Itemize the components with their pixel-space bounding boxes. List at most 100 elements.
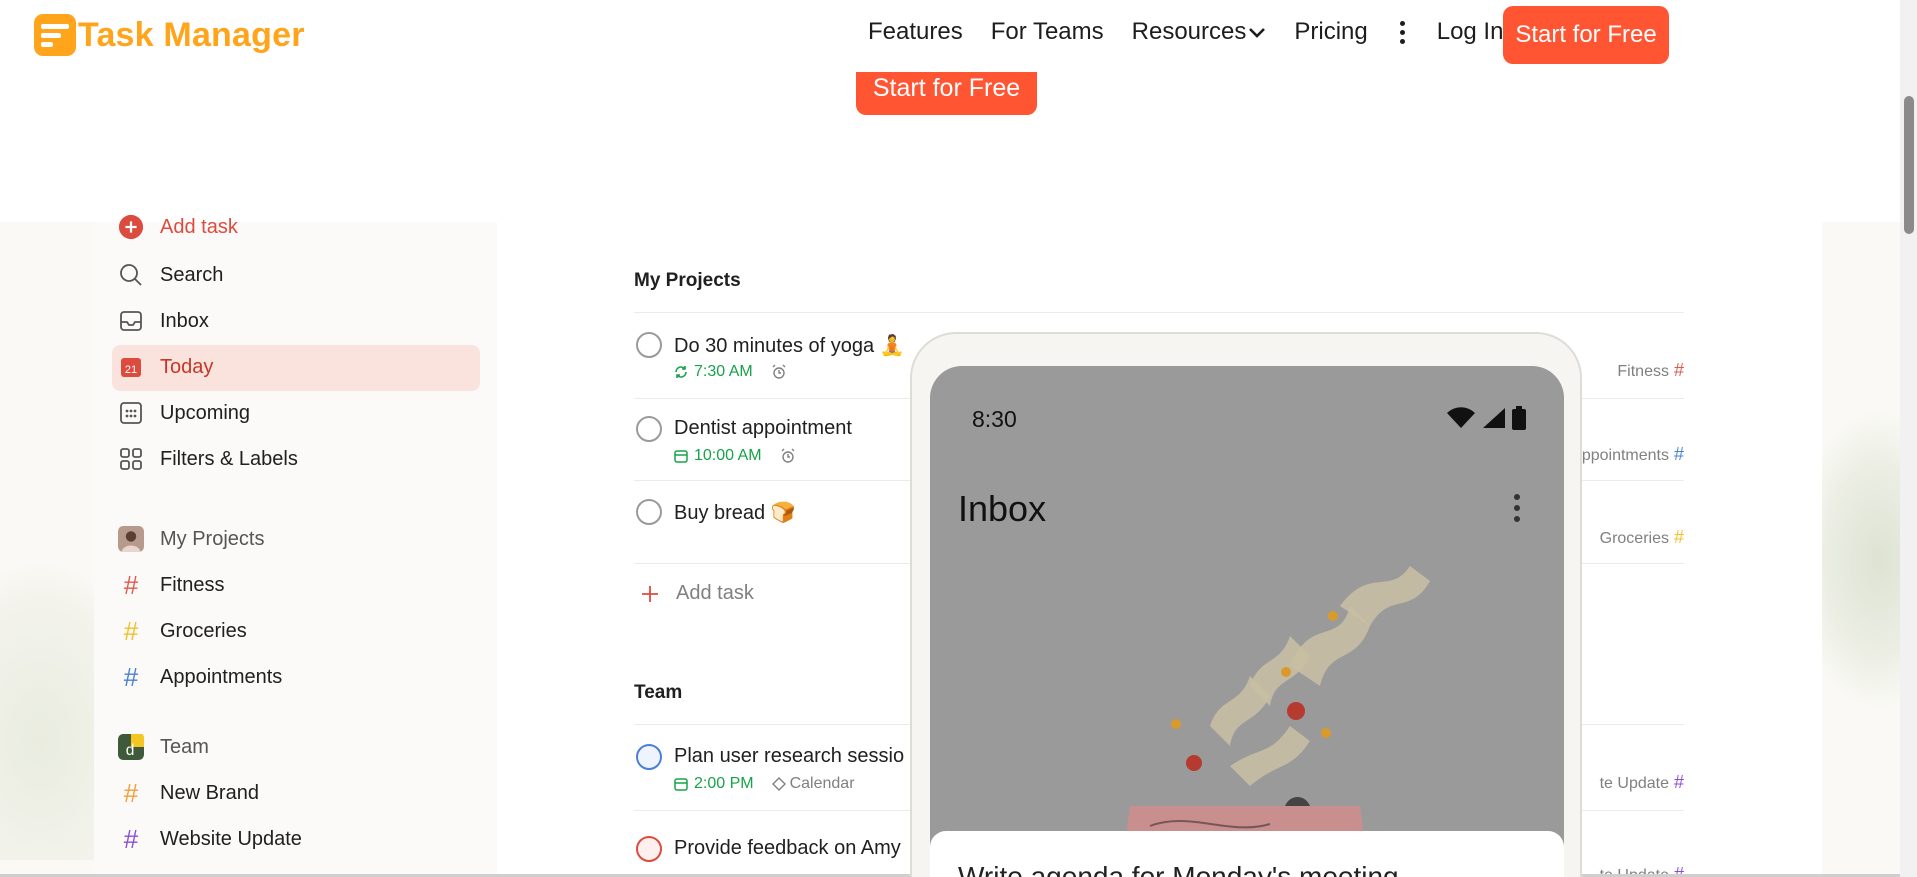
filters-grid-icon — [118, 446, 144, 472]
hash-icon: # — [123, 778, 139, 808]
page-scrollbar[interactable] — [1900, 0, 1917, 877]
tag-icon — [771, 777, 786, 791]
hash-icon: # — [1673, 444, 1684, 464]
task-project-tag[interactable]: ppointments # — [1582, 444, 1684, 465]
plus-circle-icon — [118, 214, 144, 240]
calendar-icon — [674, 778, 688, 791]
inbox-icon — [118, 308, 144, 334]
nav-resources-label: Resources — [1131, 18, 1247, 45]
sidebar-project-appointments[interactable]: # Appointments — [118, 662, 283, 692]
alarm-icon — [772, 364, 786, 379]
calendar-today-icon: 21 — [118, 354, 144, 380]
inbox-illustration — [1120, 566, 1430, 877]
task-title: Plan user research sessio — [674, 745, 905, 767]
sidebar-item-label: New Brand — [160, 781, 259, 804]
hash-icon: # — [123, 662, 139, 692]
sidebar-add-task-label: Add task — [160, 215, 238, 238]
team-heading: Team — [634, 682, 683, 703]
main-nav: Features For Teams Resources Pricing Log… — [868, 18, 1531, 46]
hash-icon: # — [123, 824, 139, 854]
alarm-icon — [781, 448, 795, 463]
task-title: Buy bread 🍞 — [674, 502, 796, 524]
svg-text:d: d — [126, 742, 135, 759]
task-checkbox[interactable] — [636, 499, 662, 525]
brand-name: Task Manager — [78, 15, 305, 54]
sidebar-item-label: Upcoming — [160, 401, 251, 424]
task-checkbox[interactable] — [636, 416, 662, 442]
nav-for-teams[interactable]: For Teams — [991, 18, 1104, 46]
site-header: Task Manager Features For Teams Resource… — [0, 0, 1900, 72]
task-label-name: Calendar — [789, 775, 855, 792]
sidebar-add-task[interactable]: Add task — [118, 214, 238, 240]
task-checkbox[interactable] — [636, 836, 662, 862]
task-title: Provide feedback on Amy — [674, 837, 901, 859]
my-projects-heading: My Projects — [634, 270, 741, 291]
sidebar-project-website-update[interactable]: # Website Update — [118, 826, 302, 852]
sidebar-project-groceries[interactable]: # Groceries — [118, 618, 247, 644]
phone-mockup: 8:30 Inbox Write agenda for Monday's mee… — [910, 332, 1582, 877]
sidebar-item-label: Website Update — [160, 827, 302, 850]
sidebar-item-label: Fitness — [160, 573, 225, 596]
more-options-icon[interactable] — [1396, 20, 1409, 44]
search-icon — [118, 262, 144, 288]
task-project-name: ppointments — [1581, 447, 1669, 464]
add-task-button[interactable]: Add task — [640, 582, 754, 605]
sidebar-item-inbox[interactable]: Inbox — [118, 308, 209, 334]
svg-text:21: 21 — [125, 364, 137, 376]
sidebar-item-upcoming[interactable]: Upcoming — [118, 400, 250, 426]
calendar-grid-icon — [118, 400, 144, 426]
sidebar-team-header[interactable]: d Team — [118, 734, 209, 760]
sidebar-item-search[interactable]: Search — [118, 262, 223, 288]
task-title: Do 30 minutes of yoga 🧘 — [674, 335, 905, 357]
sidebar-item-label: Search — [160, 263, 224, 286]
task-due: 7:30 AM — [674, 363, 787, 381]
chevron-down-icon — [1249, 28, 1266, 38]
phone-screen: 8:30 Inbox Write agenda for Monday's mee… — [930, 366, 1564, 877]
phone-sheet-text: Write agenda for Monday's meeting — [958, 861, 1399, 877]
task-project-tag[interactable]: te Update # — [1600, 772, 1684, 793]
brand-logo[interactable]: Task Manager — [34, 14, 305, 56]
hash-icon: # — [1673, 360, 1684, 380]
login-link[interactable]: Log In — [1437, 18, 1504, 46]
divider — [634, 312, 1684, 313]
logo-icon — [34, 14, 76, 56]
task-title: Dentist appointment — [674, 417, 852, 439]
task-due: 2:00 PM Calendar — [674, 775, 855, 793]
hash-icon: # — [1673, 772, 1684, 792]
start-for-free-button[interactable]: Start for Free — [1503, 6, 1669, 64]
sidebar-project-new-brand[interactable]: # New Brand — [118, 780, 259, 806]
task-due: 10:00 AM — [674, 447, 796, 465]
sidebar-my-projects-header[interactable]: My Projects — [118, 526, 264, 552]
add-task-label: Add task — [676, 582, 754, 604]
nav-resources[interactable]: Resources — [1132, 18, 1267, 46]
sidebar-item-label: Groceries — [160, 619, 247, 642]
phone-bottom-sheet: Write agenda for Monday's meeting — [930, 831, 1564, 877]
user-avatar — [118, 526, 144, 552]
task-label: Calendar — [771, 775, 855, 793]
task-time: 2:00 PM — [694, 775, 754, 792]
sidebar-item-today[interactable]: 21 Today — [118, 354, 213, 380]
task-project-tag[interactable]: Fitness # — [1617, 360, 1684, 381]
recurring-icon — [675, 366, 687, 378]
sidebar-item-label: Filters & Labels — [160, 447, 298, 470]
task-checkbox[interactable] — [636, 332, 662, 358]
sidebar-item-label: Inbox — [160, 309, 209, 332]
sidebar-project-fitness[interactable]: # Fitness — [118, 572, 225, 598]
sidebar-item-filters[interactable]: Filters & Labels — [118, 446, 298, 472]
task-checkbox[interactable] — [636, 744, 662, 770]
hash-icon: # — [123, 616, 139, 646]
task-time: 10:00 AM — [694, 447, 762, 464]
nav-pricing[interactable]: Pricing — [1294, 18, 1367, 46]
sidebar-section-label: My Projects — [160, 527, 265, 550]
team-avatar: d — [118, 734, 144, 760]
sidebar-section-label: Team — [160, 735, 209, 758]
calendar-icon — [674, 450, 688, 463]
hash-icon: # — [1673, 527, 1684, 547]
task-project-name: Groceries — [1599, 530, 1669, 547]
scrollbar-thumb[interactable] — [1904, 96, 1914, 234]
sidebar-item-label: Today — [160, 355, 214, 378]
task-project-tag[interactable]: Groceries # — [1600, 527, 1684, 548]
task-project-name: Fitness — [1617, 363, 1669, 380]
nav-features[interactable]: Features — [868, 18, 963, 46]
app-sidebar: Add task Search Inbox 21 Today Upcoming … — [94, 214, 497, 877]
